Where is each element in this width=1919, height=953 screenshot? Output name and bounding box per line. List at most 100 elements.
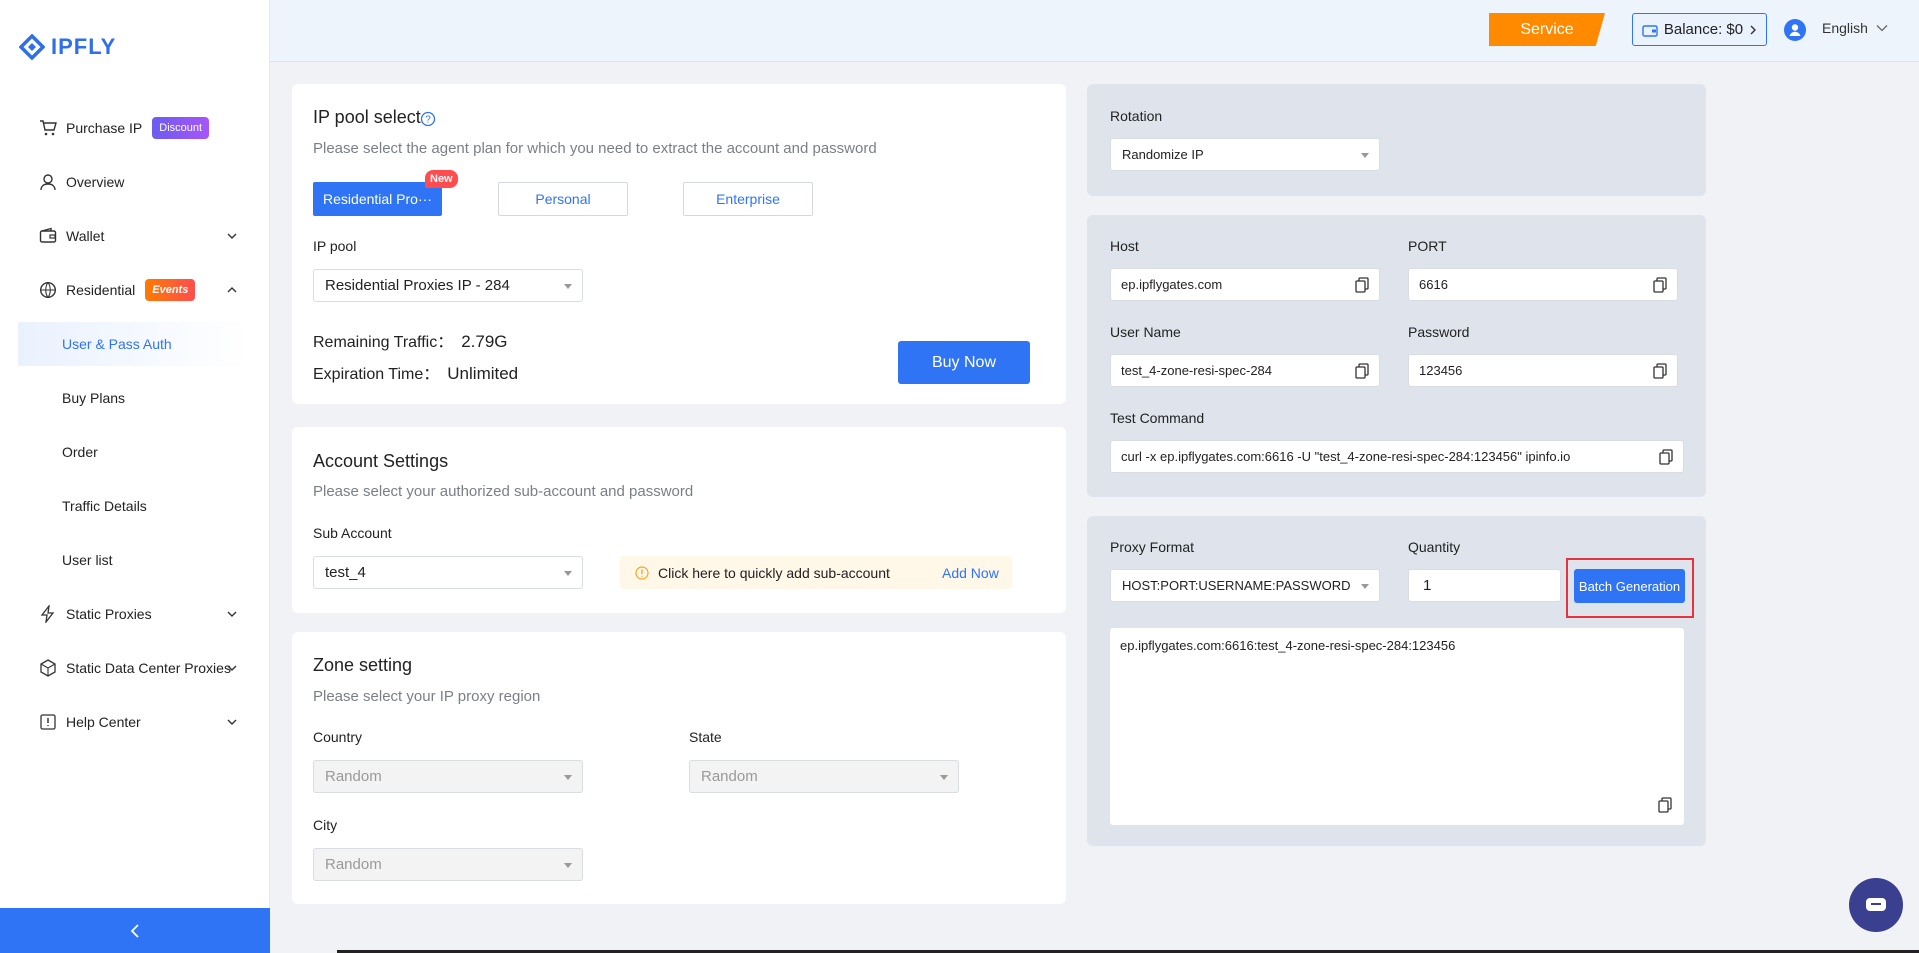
sidebar-item-label: Help Center [66, 714, 141, 730]
sidebar-subitem-buy-plans[interactable]: Buy Plans [62, 390, 125, 406]
caret-down-icon [1361, 153, 1369, 158]
chevron-down-icon [1876, 25, 1888, 32]
caret-down-icon [564, 863, 572, 868]
chevron-right-icon [1750, 25, 1757, 34]
copy-icon[interactable] [1653, 277, 1667, 293]
caret-down-icon [564, 571, 572, 576]
cart-icon [38, 118, 58, 138]
port-field[interactable]: 6616 [1408, 268, 1678, 301]
city-value: Random [325, 856, 382, 873]
sidebar-item-residential[interactable]: Residential Events [38, 276, 196, 304]
state-select[interactable]: Random [689, 760, 959, 793]
password-field[interactable]: 123456 [1408, 354, 1678, 387]
proxy-format-select[interactable]: HOST:PORT:USERNAME:PASSWORD [1110, 569, 1380, 602]
quantity-input[interactable]: 1 [1408, 569, 1561, 602]
add-now-link[interactable]: Add Now [942, 565, 999, 581]
copy-icon[interactable] [1653, 363, 1667, 379]
rotation-select[interactable]: Randomize IP [1110, 138, 1380, 171]
chevron-up-icon[interactable] [226, 284, 238, 296]
sidebar-item-label: Static Proxies [66, 606, 152, 622]
rotation-value: Randomize IP [1122, 147, 1204, 162]
remaining-traffic: Remaining Traffic： 2.79G [313, 328, 508, 352]
proxy-format-label: Proxy Format [1110, 539, 1195, 555]
sub-account-value: test_4 [325, 564, 366, 581]
chevron-down-icon[interactable] [226, 716, 238, 728]
info-icon [635, 565, 649, 580]
sidebar-item-purchase-ip[interactable]: Purchase IP Discount [38, 114, 210, 142]
zone-setting-title: Zone setting [313, 655, 413, 675]
discount-badge: Discount [152, 117, 210, 139]
caret-down-icon [940, 775, 948, 780]
wallet-icon [38, 226, 58, 246]
sidebar-item-label: Static Data Center Proxies [66, 660, 231, 676]
caret-down-icon [564, 775, 572, 780]
logo-text: IPFLY [51, 34, 117, 59]
buy-now-button[interactable]: Buy Now [898, 341, 1030, 384]
host-label: Host [1110, 238, 1139, 254]
tab-residential[interactable]: Residential Pro··· [313, 182, 442, 216]
chevron-down-icon[interactable] [226, 608, 238, 620]
sidebar-subitem-order[interactable]: Order [62, 444, 98, 460]
password-label: Password [1408, 324, 1470, 340]
batch-generation-button[interactable]: Batch Generation [1574, 569, 1685, 603]
service-button[interactable]: Service [1489, 13, 1605, 46]
sidebar-item-overview[interactable]: Overview [38, 168, 124, 196]
user-icon [38, 172, 58, 192]
remaining-traffic-label: Remaining Traffic： [313, 334, 454, 351]
host-field[interactable]: ep.ipflygates.com [1110, 268, 1380, 301]
sidebar-subitem-user-list[interactable]: User list [62, 552, 113, 568]
quantity-value: 1 [1423, 577, 1432, 594]
help-icon[interactable]: ? [420, 111, 436, 127]
globe-icon [38, 280, 58, 300]
chevron-down-icon[interactable] [226, 230, 238, 242]
expiration-time: Expiration Time： Unlimited [313, 360, 518, 384]
test-command-field[interactable]: curl -x ep.ipflygates.com:6616 -U "test_… [1110, 440, 1684, 473]
language-label: English [1822, 20, 1868, 36]
caret-down-icon [1361, 584, 1369, 589]
chevron-down-icon[interactable] [226, 662, 238, 674]
password-value: 123456 [1419, 363, 1463, 378]
port-label: PORT [1408, 238, 1447, 254]
balance-label: Balance: $0 [1663, 21, 1744, 38]
balance-button[interactable]: Balance: $0 [1632, 13, 1767, 46]
sub-account-select[interactable]: test_4 [313, 556, 583, 589]
book-icon [38, 712, 58, 732]
username-label: User Name [1110, 324, 1181, 340]
proxy-output-value: ep.ipflygates.com:6616:test_4-zone-resi-… [1120, 638, 1456, 653]
username-field[interactable]: test_4-zone-resi-spec-284 [1110, 354, 1380, 387]
quantity-label: Quantity [1408, 539, 1461, 555]
sidebar-subitem-traffic-details[interactable]: Traffic Details [62, 498, 147, 514]
expiration-label: Expiration Time： [313, 366, 440, 383]
sidebar-subitem-user-pass-auth[interactable]: User & Pass Auth [62, 336, 172, 352]
sidebar-item-help-center[interactable]: Help Center [38, 708, 141, 736]
country-select[interactable]: Random [313, 760, 583, 793]
sidebar-item-static-proxies[interactable]: Static Proxies [38, 600, 152, 628]
avatar[interactable] [1784, 19, 1806, 41]
sidebar-item-static-data-center[interactable]: Static Data Center Proxies [38, 654, 231, 682]
country-label: Country [313, 729, 363, 745]
chat-button[interactable] [1849, 878, 1903, 932]
copy-icon[interactable] [1355, 277, 1369, 293]
tab-personal[interactable]: Personal [498, 182, 628, 216]
copy-icon[interactable] [1355, 363, 1369, 379]
tab-enterprise[interactable]: Enterprise [683, 182, 813, 216]
city-select[interactable]: Random [313, 848, 583, 881]
proxy-output-textarea[interactable]: ep.ipflygates.com:6616:test_4-zone-resi-… [1110, 628, 1684, 825]
sidebar: IPFLY Purchase IP Discount Overview Wall… [0, 0, 270, 953]
logo[interactable]: IPFLY [19, 34, 116, 60]
wallet-icon [1642, 24, 1658, 37]
ip-pool-select[interactable]: Residential Proxies IP - 284 [313, 269, 583, 302]
sidebar-collapse-button[interactable] [0, 908, 270, 953]
tip-text: Click here to quickly add sub-account [658, 564, 890, 581]
sidebar-item-label: Wallet [66, 228, 105, 244]
username-value: test_4-zone-resi-spec-284 [1121, 363, 1273, 378]
copy-icon[interactable] [1659, 449, 1673, 465]
rotation-label: Rotation [1110, 108, 1163, 124]
sidebar-item-wallet[interactable]: Wallet [38, 222, 104, 250]
events-badge: Events [145, 279, 196, 301]
ip-pool-title: IP pool select [313, 107, 421, 127]
account-settings-title: Account Settings [313, 451, 449, 471]
language-selector[interactable]: English [1822, 20, 1888, 36]
copy-icon[interactable] [1658, 797, 1672, 813]
new-badge: New [425, 170, 458, 188]
